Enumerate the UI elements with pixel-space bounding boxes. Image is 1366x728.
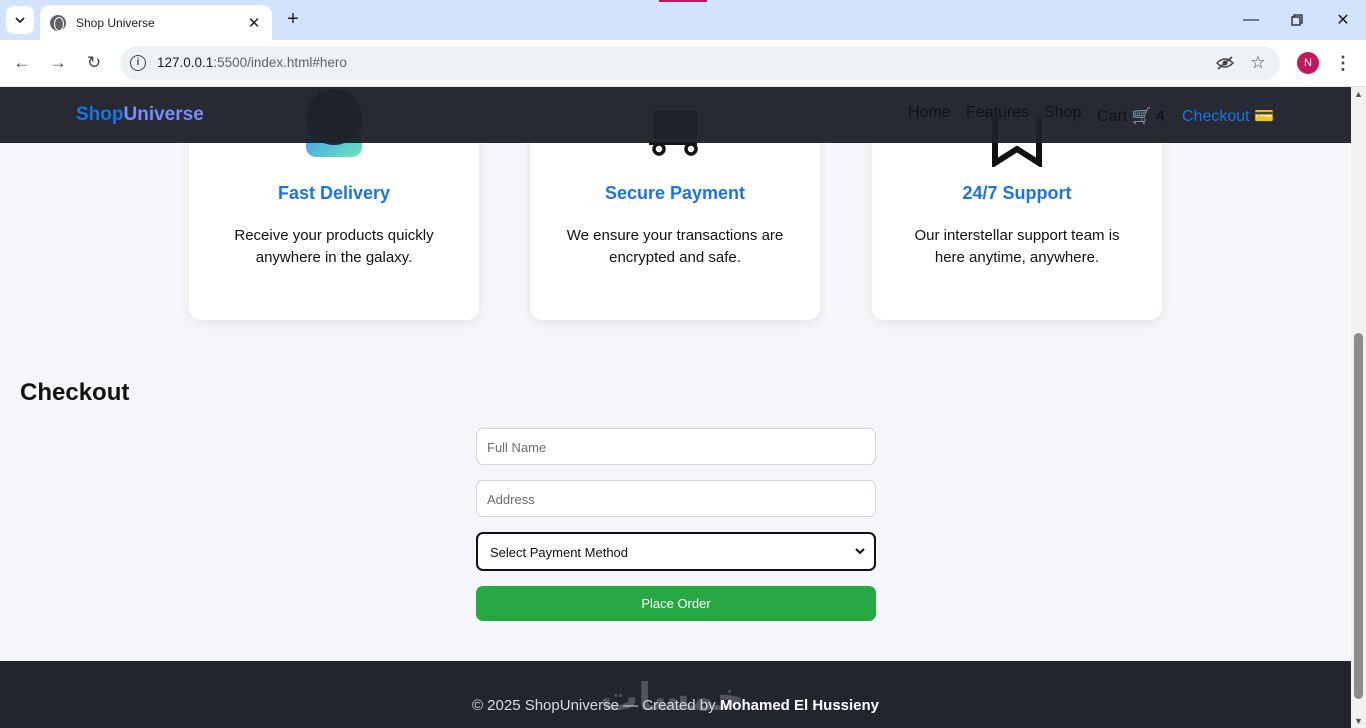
logo-part-shop: Shop (76, 104, 124, 125)
nav-features[interactable]: Features (966, 104, 1029, 122)
feature-title: 24/7 Support (962, 183, 1072, 203)
url-host: 127.0.0.1 (157, 55, 214, 70)
place-order-button[interactable]: Place Order (476, 586, 876, 621)
site-info-icon[interactable]: i (130, 55, 146, 71)
browser-toolbar: ← → ↻ i 127.0.0.1:5500/index.html#hero ☆… (0, 40, 1366, 87)
page-viewport: Fast Delivery Receive your products quic… (0, 87, 1351, 728)
checkout-heading: Checkout (20, 379, 130, 406)
site-footer: خمسات © 2025 ShopUniverse — Created by M… (0, 661, 1351, 728)
tab-accent-line (659, 0, 707, 2)
scroll-up-arrow-icon[interactable]: ▲ (1354, 89, 1363, 99)
payment-method-select[interactable]: Select Payment Method (476, 532, 876, 571)
forward-icon[interactable]: → (46, 51, 70, 75)
site-logo[interactable]: ShopUniverse (76, 104, 204, 126)
footer-author: Mohamed El Hussieny (719, 697, 880, 714)
new-tab-button[interactable]: + (282, 8, 304, 30)
close-tab-icon[interactable]: ✕ (246, 15, 262, 32)
browser-menu-icon[interactable]: ⋮ (1333, 51, 1353, 75)
chevron-down-icon (855, 548, 865, 555)
feature-title: Fast Delivery (277, 183, 391, 203)
bookmark-star-icon[interactable]: ☆ (1248, 53, 1268, 73)
back-icon[interactable]: ← (10, 51, 34, 75)
tab-title: Shop Universe (76, 15, 155, 30)
page-scrollbar[interactable]: ▲ ▼ (1351, 87, 1366, 728)
url-text[interactable]: 127.0.0.1:5500/index.html#hero (157, 55, 347, 70)
chevron-down-icon (15, 17, 25, 24)
feature-title: Secure Payment (604, 183, 746, 203)
nav-home[interactable]: Home (908, 104, 951, 122)
nav-shop[interactable]: Shop (1044, 104, 1081, 122)
payment-method-value: Select Payment Method (490, 545, 629, 560)
scroll-down-arrow-icon[interactable]: ▼ (1354, 716, 1363, 726)
full-name-input[interactable]: Full Name (476, 428, 876, 465)
nav-checkout[interactable]: Checkout 💳 (1182, 106, 1274, 126)
feature-text: We ensure your transactions are encrypte… (566, 227, 784, 266)
nav-cart[interactable]: Cart 🛒 4 (1097, 106, 1165, 126)
logo-part-universe: Universe (123, 104, 204, 125)
address-input[interactable]: Address (476, 480, 876, 517)
footer-credits: © 2025 ShopUniverse — Created by Mohamed… (0, 697, 1351, 714)
scrollbar-thumb[interactable] (1354, 333, 1363, 699)
eye-off-icon[interactable] (1215, 53, 1235, 73)
globe-icon (50, 14, 66, 31)
profile-avatar[interactable]: N (1297, 52, 1319, 74)
tab-search-button[interactable] (6, 6, 34, 34)
nav-cart-label: Cart 🛒 (1097, 108, 1152, 125)
cart-count-badge: 4 (1156, 108, 1165, 125)
address-bar[interactable]: i 127.0.0.1:5500/index.html#hero ☆ (120, 46, 1280, 80)
footer-text-prefix: © 2025 ShopUniverse — Created by (471, 697, 720, 714)
minimize-icon[interactable]: — (1239, 8, 1263, 32)
feature-text: Receive your products quickly anywhere i… (234, 227, 434, 266)
site-header: ShopUniverse Home Features Shop Cart 🛒 4… (0, 87, 1351, 143)
feature-text: Our interstellar support team is here an… (914, 227, 1120, 266)
restore-icon[interactable] (1285, 8, 1309, 32)
close-window-icon[interactable]: ✕ (1331, 8, 1355, 32)
browser-tab-strip: Shop Universe ✕ + — ✕ (0, 0, 1366, 40)
url-path: :5500/index.html#hero (213, 55, 347, 70)
reload-icon[interactable]: ↻ (82, 51, 106, 75)
browser-tab[interactable]: Shop Universe ✕ (40, 5, 272, 40)
